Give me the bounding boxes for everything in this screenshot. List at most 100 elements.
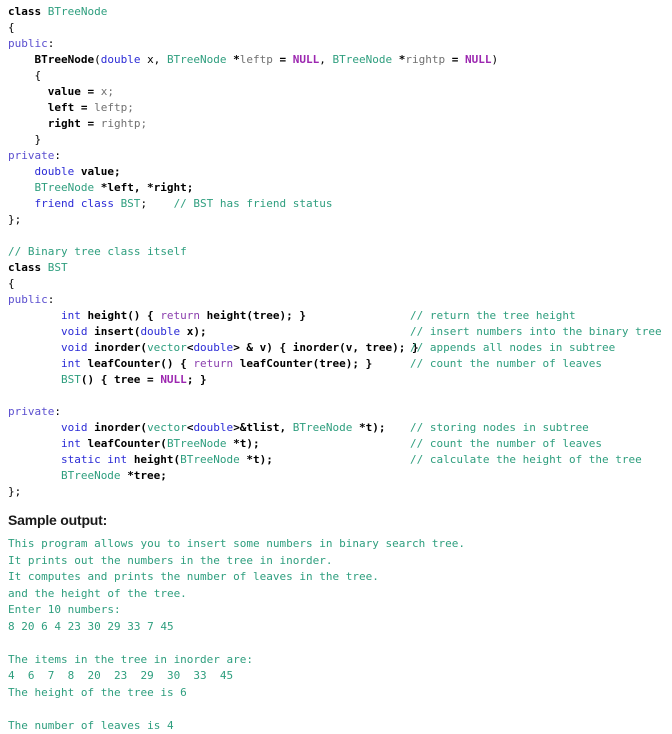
code-line-content: public:: [8, 293, 54, 306]
code-token: BTreeNode: [333, 53, 399, 66]
code-line: {: [8, 68, 672, 84]
code-token: *t);: [359, 421, 386, 434]
output-line: The number of leaves is 4: [8, 718, 672, 734]
code-line: void inorder(vector<double>&tlist, BTree…: [8, 420, 672, 436]
code-line: value = x;: [8, 84, 672, 100]
code-token: int: [61, 357, 88, 370]
code-line: BTreeNode *tree;: [8, 468, 672, 484]
code-token: BTreeNode: [61, 469, 127, 482]
code-line: };: [8, 484, 672, 500]
code-token: insert(: [94, 325, 140, 338]
code-token: () { tree =: [81, 373, 160, 386]
code-line-content: void insert(double x);: [8, 325, 207, 338]
code-token: BTreeNode: [180, 453, 246, 466]
code-token: return: [160, 309, 206, 322]
code-token: BTreeNode: [167, 437, 233, 450]
code-inline-comment: // return the tree height: [410, 308, 576, 324]
code-line-content: };: [8, 213, 21, 226]
code-line-content: class BTreeNode: [8, 5, 107, 18]
code-line: }: [8, 132, 672, 148]
code-token: right: [48, 117, 88, 130]
code-line: class BTreeNode: [8, 4, 672, 20]
code-token: [147, 197, 174, 210]
code-line-content: void inorder(vector<double>&tlist, BTree…: [8, 421, 386, 434]
code-token: class: [8, 261, 48, 274]
code-token: BTreeNode: [167, 53, 233, 66]
code-token: };: [8, 485, 21, 498]
code-line-content: left = leftp;: [8, 101, 134, 114]
code-line: friend class BST; // BST has friend stat…: [8, 196, 672, 212]
code-line: public:: [8, 292, 672, 308]
code-line-content: friend class BST; // BST has friend stat…: [8, 197, 333, 210]
code-line: class BST: [8, 260, 672, 276]
code-line-content: right = rightp;: [8, 117, 147, 130]
code-token: double: [34, 165, 80, 178]
code-token: =: [81, 101, 94, 114]
code-token: private: [8, 405, 54, 418]
code-token: double: [193, 421, 233, 434]
sample-output-block: This program allows you to insert some n…: [0, 536, 672, 734]
code-token: friend class: [34, 197, 120, 210]
code-token: {: [34, 69, 41, 82]
code-token: BST: [61, 373, 81, 386]
code-line: BST() { tree = NULL; }: [8, 372, 672, 388]
code-token: :: [48, 37, 55, 50]
code-line-content: private:: [8, 149, 61, 162]
code-token: ): [492, 53, 499, 66]
code-token: leafCounter(tree); }: [240, 357, 372, 370]
code-line: int leafCounter(BTreeNode *t);// count t…: [8, 436, 672, 452]
code-token: BTreeNode: [34, 53, 94, 66]
sample-output-heading: Sample output:: [0, 512, 672, 528]
output-line: [8, 635, 672, 652]
code-token: rightp;: [101, 117, 147, 130]
code-token: value: [48, 85, 88, 98]
code-token: BTreeNode: [34, 181, 100, 194]
code-line-content: {: [8, 277, 15, 290]
code-token: leftp;: [94, 101, 134, 114]
code-inline-comment: // count the number of leaves: [410, 356, 602, 372]
output-line: It computes and prints the number of lea…: [8, 569, 672, 586]
code-inline-comment: // calculate the height of the tree: [410, 452, 642, 468]
code-token: public: [8, 293, 48, 306]
code-token: value;: [81, 165, 121, 178]
code-line: static int height(BTreeNode *t); // calcu…: [8, 452, 672, 468]
code-token: leafCounter(: [87, 437, 166, 450]
output-line: and the height of the tree.: [8, 586, 672, 603]
code-token: double: [140, 325, 186, 338]
heading-output-spacer: [0, 528, 672, 536]
code-token: int: [61, 437, 88, 450]
code-token: height(: [134, 453, 180, 466]
code-line: BTreeNode *left, *right;: [8, 180, 672, 196]
code-token: inorder(: [94, 421, 147, 434]
code-token: vector: [147, 341, 187, 354]
code-line-content: static int height(BTreeNode *t);: [8, 453, 273, 466]
code-line-content: public:: [8, 37, 54, 50]
code-token: *: [233, 53, 240, 66]
code-line-content: private:: [8, 405, 61, 418]
code-token: private: [8, 149, 54, 162]
output-line: [8, 701, 672, 718]
code-token: double: [193, 341, 233, 354]
code-token: BST: [121, 197, 141, 210]
code-token: BST: [48, 261, 68, 274]
code-inline-comment: // storing nodes in subtree: [410, 420, 589, 436]
code-token: // BST has friend status: [174, 197, 333, 210]
code-line: BTreeNode(double x, BTreeNode *leftp = N…: [8, 52, 672, 68]
code-line-content: void inorder(vector<double> & v) { inord…: [8, 341, 419, 354]
code-token: void: [61, 421, 94, 434]
code-token: BTreeNode: [293, 421, 359, 434]
code-inline-comment: // count the number of leaves: [410, 436, 602, 452]
code-token: :: [54, 405, 61, 418]
code-line: // Binary tree class itself: [8, 244, 672, 260]
code-token: // Binary tree class itself: [8, 245, 187, 258]
code-token: left: [48, 101, 81, 114]
code-token: :: [54, 149, 61, 162]
output-line: The height of the tree is 6: [8, 685, 672, 702]
code-line: private:: [8, 404, 672, 420]
code-token: =: [280, 53, 293, 66]
code-line-content: class BST: [8, 261, 68, 274]
code-line-content: [8, 389, 15, 402]
output-line: This program allows you to insert some n…: [8, 536, 672, 553]
code-token: x;: [101, 85, 114, 98]
code-token: *tree;: [127, 469, 167, 482]
